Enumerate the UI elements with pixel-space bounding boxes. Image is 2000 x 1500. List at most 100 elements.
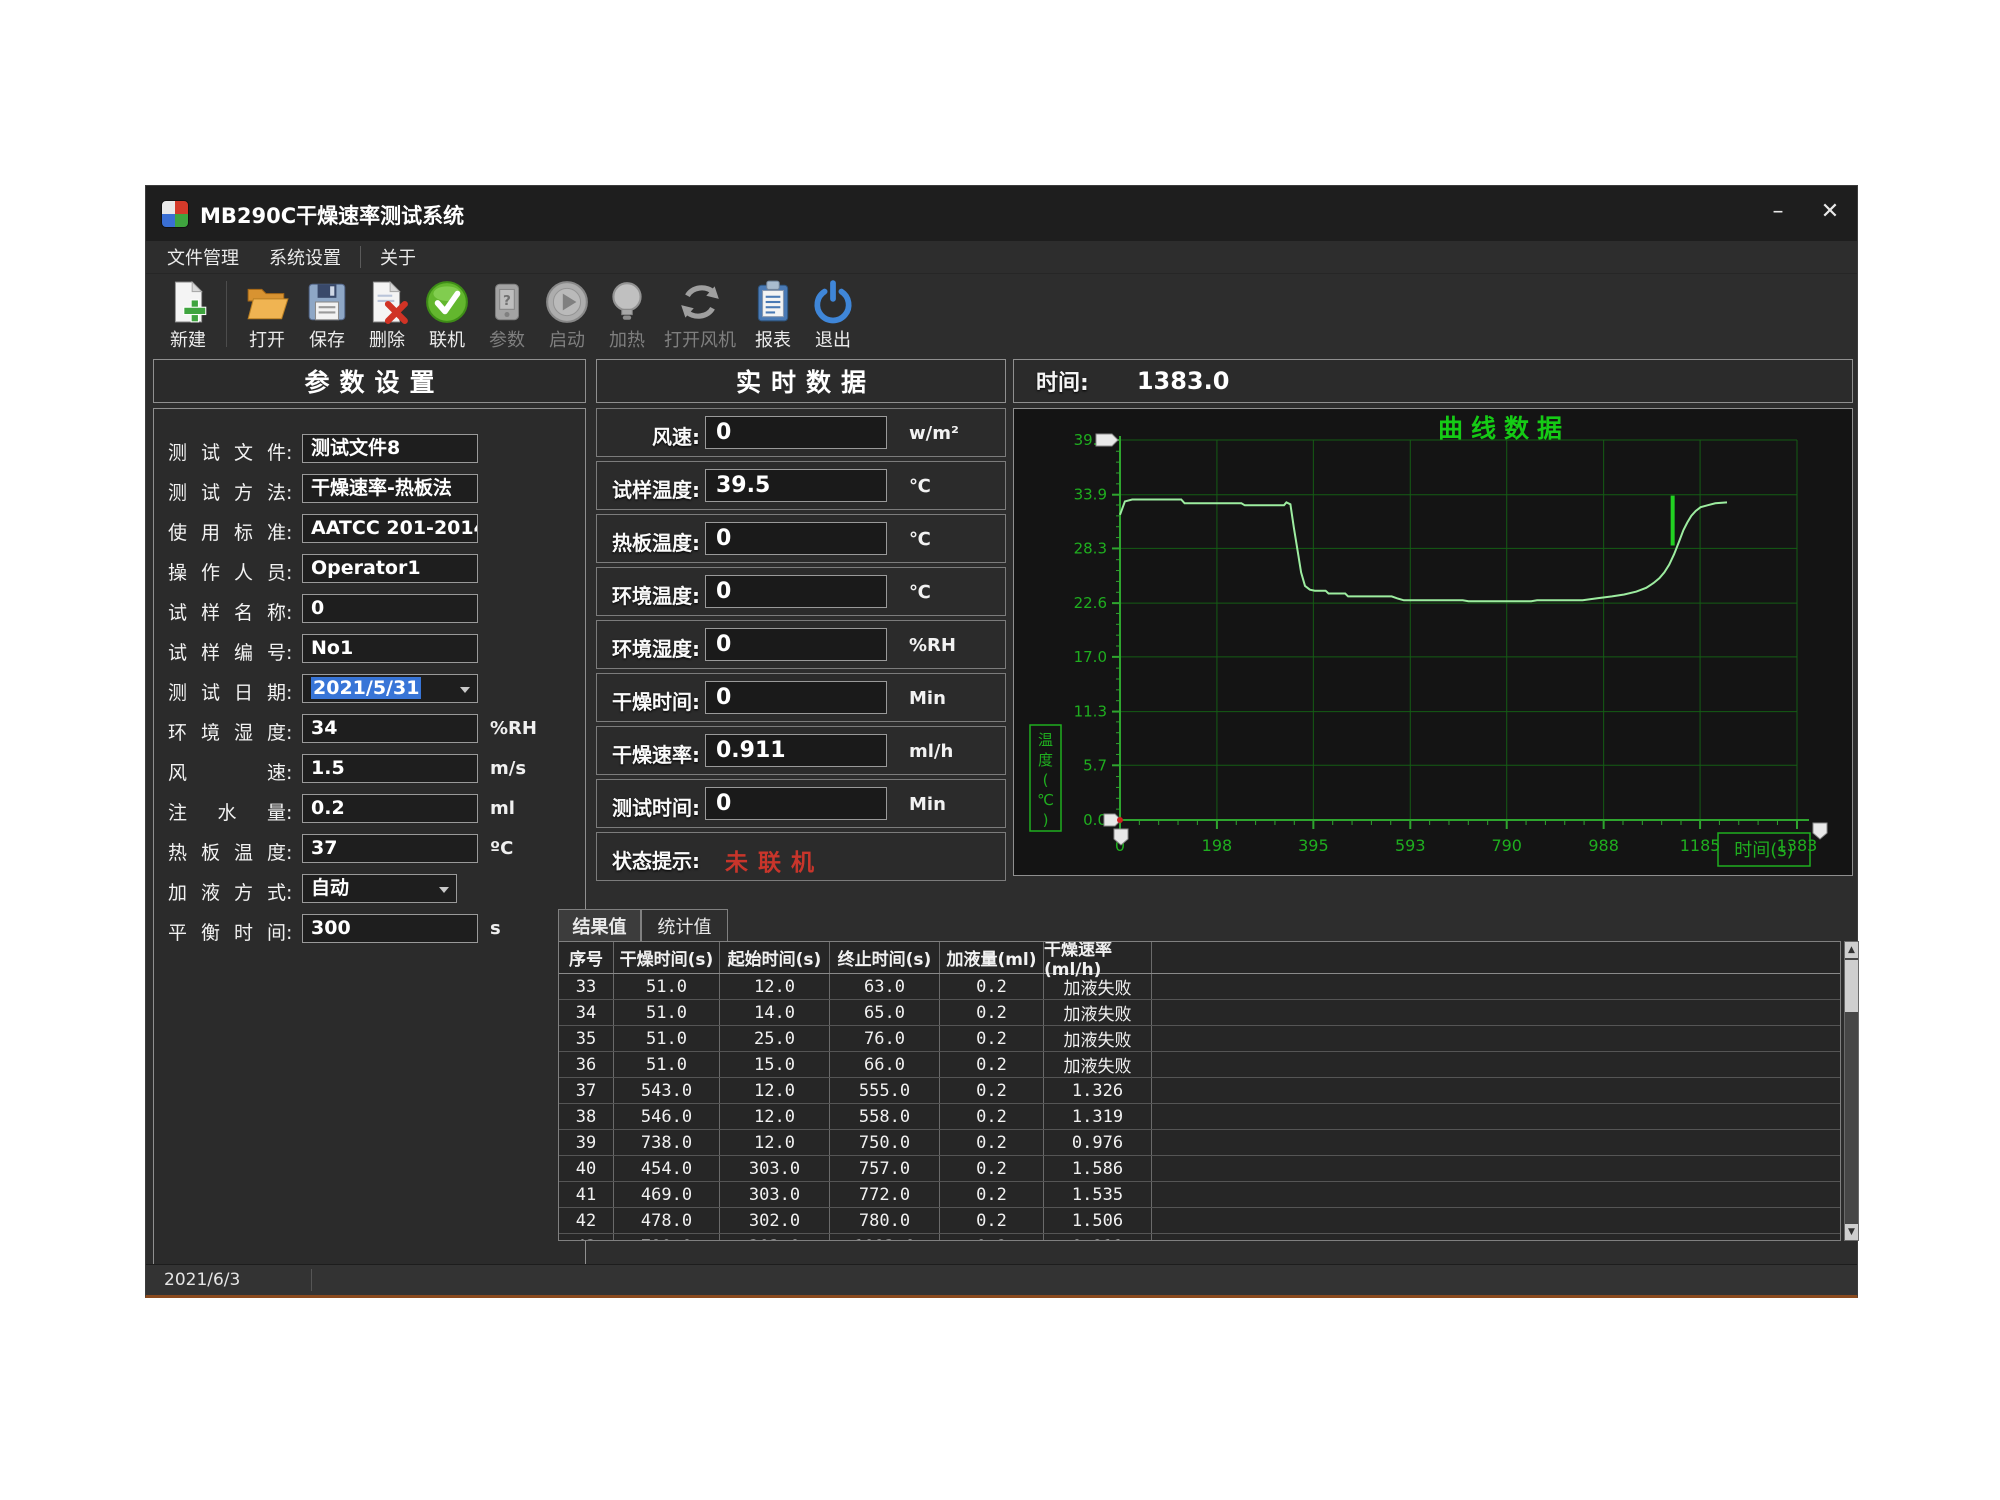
result-row-35[interactable]: 3551.025.076.00.2加液失败 <box>559 1026 1840 1052</box>
minimize-button[interactable]: – <box>1761 194 1795 228</box>
param-row-test-date: 测试日期:2021/5/31 <box>154 674 585 704</box>
realtime-label-ambient-humidity: 环境湿度: <box>597 633 700 662</box>
y-tick-label: 22.6 <box>1074 594 1107 612</box>
temperature-curve-chart[interactable]: 0.05.711.317.022.628.333.939.60198395593… <box>1014 409 1852 875</box>
result-row-34[interactable]: 3451.014.065.00.2加液失败 <box>559 1000 1840 1026</box>
menu-separator <box>360 246 361 268</box>
delete-file-icon <box>364 279 410 325</box>
scrollbar-thumb[interactable] <box>1845 960 1858 1012</box>
param-input-test-file[interactable]: 测试文件8 <box>302 434 478 463</box>
menu-item-about[interactable]: 关于 <box>365 244 431 270</box>
result-cell: 0.911 <box>1044 1234 1152 1241</box>
results-column-header: 序号 <box>559 942 614 973</box>
params-panel-header: 参数设置 <box>153 359 586 403</box>
x-tick-label: 593 <box>1395 836 1426 855</box>
param-unit-ambient-humidity: %RH <box>490 718 537 739</box>
result-cell: 38 <box>559 1104 614 1129</box>
param-row-wind-speed: 风速:1.5m/s <box>154 754 585 784</box>
toolbar-button-label: 打开风机 <box>664 326 736 352</box>
param-label-ambient-humidity: 环境湿度: <box>168 718 292 745</box>
y-tick-label: 33.9 <box>1074 486 1107 504</box>
result-cell: 25.0 <box>720 1026 830 1051</box>
scroll-up-icon[interactable]: ▲ <box>1845 942 1858 958</box>
param-input-sample-name[interactable]: 0 <box>302 594 478 623</box>
result-row-41[interactable]: 41469.0303.0772.00.21.535 <box>559 1182 1840 1208</box>
param-input-operator[interactable]: Operator1 <box>302 554 478 583</box>
param-input-test-date[interactable]: 2021/5/31 <box>302 674 478 703</box>
realtime-unit-test-time: Min <box>909 794 946 815</box>
params-device-icon: ? <box>484 279 530 325</box>
param-input-standard[interactable]: AATCC 201-2014 <box>302 514 478 543</box>
toolbar-button-exit[interactable]: 退出 <box>803 277 863 354</box>
result-row-37[interactable]: 37543.012.0555.00.21.326 <box>559 1078 1840 1104</box>
param-label-water-volume: 注水量: <box>168 798 292 825</box>
result-row-36[interactable]: 3651.015.066.00.2加液失败 <box>559 1052 1840 1078</box>
desktop: { "window": { "title": "MB290C干燥速率测试系统",… <box>0 0 2000 1500</box>
result-row-40[interactable]: 40454.0303.0757.00.21.586 <box>559 1156 1840 1182</box>
params-form: 测试文件:测试文件8测试方法:干燥速率-热板法使用标准:AATCC 201-20… <box>153 408 586 1266</box>
result-cell: 1.506 <box>1044 1208 1152 1233</box>
param-input-test-method[interactable]: 干燥速率-热板法 <box>302 474 478 503</box>
realtime-row-sample-temp: 试样温度:39.5℃ <box>596 461 1006 510</box>
toolbar-button-label: 加热 <box>609 326 645 352</box>
x-tick-label: 1185 <box>1680 836 1721 855</box>
param-input-hotplate-temp[interactable]: 37 <box>302 834 478 863</box>
toolbar-button-save[interactable]: 保存 <box>297 277 357 354</box>
result-row-39[interactable]: 39738.012.0750.00.20.976 <box>559 1130 1840 1156</box>
realtime-row-drying-rate: 干燥速率:0.911ml/h <box>596 726 1006 775</box>
toolbar-button-connect[interactable]: 联机 <box>417 277 477 354</box>
result-cell: 303.0 <box>720 1156 830 1181</box>
save-floppy-icon <box>304 279 350 325</box>
result-cell: 34 <box>559 1000 614 1025</box>
toolbar-button-fan[interactable]: 打开风机 <box>657 277 743 354</box>
toolbar-button-open[interactable]: 打开 <box>237 277 297 354</box>
result-row-33[interactable]: 3351.012.063.00.2加液失败 <box>559 974 1840 1000</box>
result-cell: 303.0 <box>720 1182 830 1207</box>
toolbar-button-start[interactable]: 启动 <box>537 277 597 354</box>
realtime-unit-drying-rate: ml/h <box>909 741 953 762</box>
param-row-ambient-humidity: 环境湿度: 34 %RH <box>154 714 585 744</box>
result-cell: 36 <box>559 1052 614 1077</box>
realtime-value-test-time: 0 <box>705 787 887 820</box>
result-cell: 加液失败 <box>1044 1000 1152 1025</box>
menu-item-file[interactable]: 文件管理 <box>152 244 254 270</box>
results-column-header: 干燥速率(ml/h) <box>1044 942 1152 973</box>
result-cell: 51.0 <box>614 974 720 999</box>
toolbar-button-new[interactable]: 新建 <box>158 277 218 354</box>
toolbar-button-params[interactable]: ?参数 <box>477 277 537 354</box>
result-row-42[interactable]: 42478.0302.0780.00.21.506 <box>559 1208 1840 1234</box>
result-cell: 51.0 <box>614 1000 720 1025</box>
param-input-balance-time[interactable]: 300 <box>302 914 478 943</box>
tab-statistics[interactable]: 统计值 <box>641 909 728 942</box>
result-cell: 37 <box>559 1078 614 1103</box>
param-label-wind-speed: 风速: <box>168 758 292 785</box>
result-cell: 454.0 <box>614 1156 720 1181</box>
table-scrollbar[interactable]: ▲ ▼ <box>1844 941 1859 1241</box>
param-input-wind-speed[interactable]: 1.5 <box>302 754 478 783</box>
scroll-down-icon[interactable]: ▼ <box>1845 1224 1858 1240</box>
toolbar-button-label: 打开 <box>249 326 285 352</box>
report-clipboard-icon <box>750 279 796 325</box>
result-cell: 43 <box>559 1234 614 1241</box>
toolbar-separator <box>226 281 227 347</box>
result-row-38[interactable]: 38546.012.0558.00.21.319 <box>559 1104 1840 1130</box>
result-cell: 1.535 <box>1044 1182 1152 1207</box>
realtime-unit-sample-temp: ℃ <box>909 476 931 497</box>
param-input-water-volume[interactable]: 0.2 <box>302 794 478 823</box>
result-row-43[interactable]: 43790.0303.01093.00.20.911 <box>559 1234 1840 1241</box>
tab-results[interactable]: 结果值 <box>558 909 641 942</box>
toolbar-button-heat[interactable]: 加热 <box>597 277 657 354</box>
param-label-operator: 操作人员: <box>168 558 292 585</box>
param-input-ambient-humidity[interactable]: 34 <box>302 714 478 743</box>
toolbar-button-label: 报表 <box>755 326 791 352</box>
param-input-sample-no[interactable]: No1 <box>302 634 478 663</box>
close-button[interactable]: ✕ <box>1813 194 1847 228</box>
param-label-dosing-mode: 加液方式: <box>168 878 292 905</box>
x-tick-label: 790 <box>1491 836 1522 855</box>
toolbar-button-delete[interactable]: 删除 <box>357 277 417 354</box>
param-input-dosing-mode[interactable]: 自动 <box>302 874 457 903</box>
app-window: MB290C干燥速率测试系统 – ✕ 文件管理 系统设置 关于 新建打开保存删除… <box>145 185 1858 1298</box>
toolbar-button-report[interactable]: 报表 <box>743 277 803 354</box>
result-cell: 51.0 <box>614 1052 720 1077</box>
menu-item-system[interactable]: 系统设置 <box>254 244 356 270</box>
